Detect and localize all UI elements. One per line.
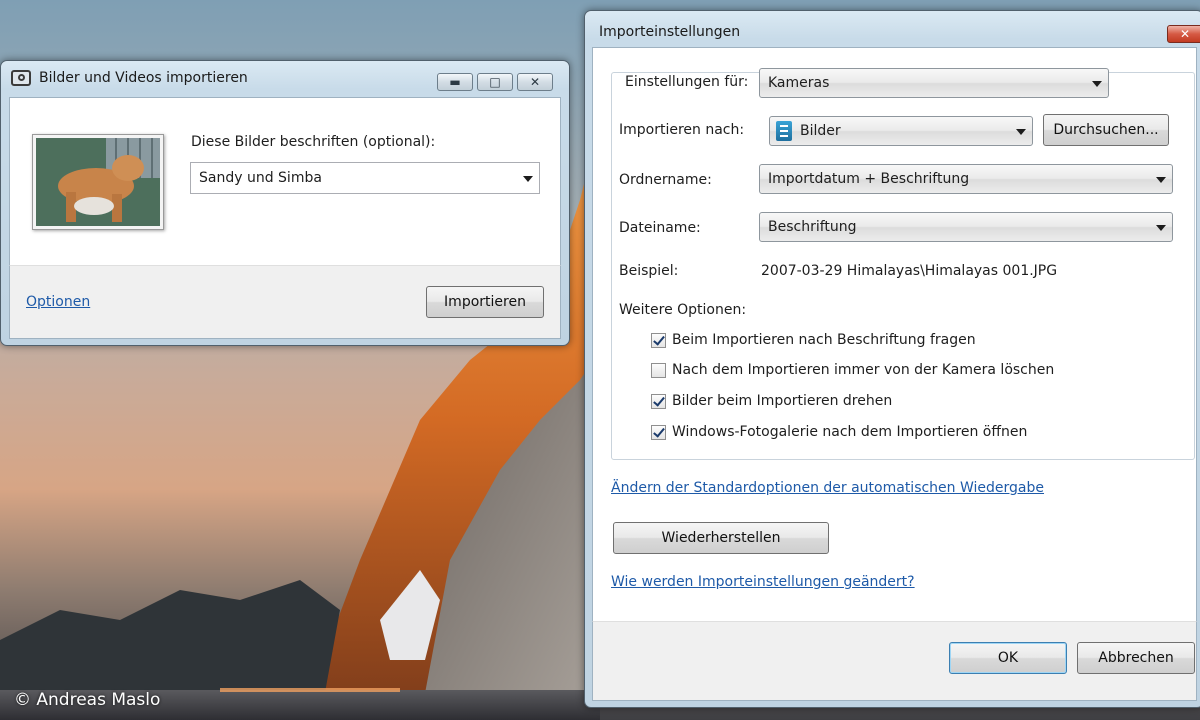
settings-window-content: Einstellungen für: Kameras Importieren n… <box>592 47 1197 621</box>
option-open-gallery[interactable]: Windows-Fotogalerie nach dem Importieren… <box>651 422 1027 442</box>
browse-button[interactable]: Durchsuchen... <box>1043 114 1169 146</box>
settings-for-value: Kameras <box>768 75 830 91</box>
folder-name-value: Importdatum + Beschriftung <box>768 171 970 187</box>
import-window-footer: Optionen Importieren <box>9 265 561 339</box>
option-delete-after-import-label: Nach dem Importieren immer von der Kamer… <box>672 362 1055 378</box>
caption-label: Diese Bilder beschriften (optional): <box>191 134 436 150</box>
cancel-button[interactable]: Abbrechen <box>1077 642 1195 674</box>
maximize-button[interactable]: □ <box>477 73 513 91</box>
minimize-icon: ▬ <box>449 75 461 89</box>
ok-button-label: OK <box>997 650 1019 666</box>
close-icon: ✕ <box>1179 27 1191 41</box>
checkbox-open-gallery[interactable] <box>651 424 666 440</box>
folder-name-label: Ordnername: <box>619 172 712 188</box>
option-rotate-pictures-label: Bilder beim Importieren drehen <box>672 393 893 409</box>
chevron-down-icon <box>1092 81 1102 87</box>
import-window-titlebar[interactable]: Bilder und Videos importieren ▬ □ ✕ <box>1 61 569 95</box>
autoplay-options-link[interactable]: Ändern der Standardoptionen der automati… <box>611 480 1044 496</box>
checkbox-delete-after-import[interactable] <box>651 362 666 378</box>
chevron-down-icon <box>1016 129 1026 135</box>
browse-button-label: Durchsuchen... <box>1053 122 1159 138</box>
settings-for-label: Einstellungen für: <box>623 74 751 90</box>
import-window: Bilder und Videos importieren ▬ □ ✕ Dies… <box>0 60 570 346</box>
close-button[interactable]: ✕ <box>517 73 553 91</box>
import-to-value: Bilder <box>800 123 841 139</box>
ok-button[interactable]: OK <box>949 642 1067 674</box>
checkbox-ask-caption[interactable] <box>651 332 666 348</box>
caption-combobox[interactable]: Sandy und Simba <box>190 162 540 194</box>
settings-for-dropdown[interactable]: Kameras <box>759 68 1109 98</box>
chevron-down-icon <box>1156 177 1166 183</box>
restore-button-label: Wiederherstellen <box>661 530 781 546</box>
pictures-folder-icon <box>776 121 792 141</box>
help-link[interactable]: Wie werden Importeinstellungen geändert? <box>611 574 915 590</box>
import-to-label: Importieren nach: <box>619 122 745 138</box>
option-delete-after-import[interactable]: Nach dem Importieren immer von der Kamer… <box>651 360 1054 380</box>
settings-close-button[interactable]: ✕ <box>1167 25 1200 43</box>
import-button[interactable]: Importieren <box>426 286 544 318</box>
chevron-down-icon <box>523 176 533 182</box>
more-options-label: Weitere Optionen: <box>619 302 747 318</box>
camera-icon <box>11 70 31 86</box>
import-window-title: Bilder und Videos importieren <box>39 70 248 86</box>
cancel-button-label: Abbrechen <box>1098 650 1174 666</box>
settings-window-footer: OK Abbrechen <box>592 621 1197 701</box>
options-link[interactable]: Optionen <box>26 294 90 310</box>
settings-window-title: Importeinstellungen <box>599 24 741 40</box>
option-ask-caption[interactable]: Beim Importieren nach Beschriftung frage… <box>651 330 976 350</box>
copyright-notice: © Andreas Maslo <box>14 690 161 710</box>
example-label: Beispiel: <box>619 263 679 279</box>
option-open-gallery-label: Windows-Fotogalerie nach dem Importieren… <box>672 424 1028 440</box>
checkbox-rotate-pictures[interactable] <box>651 393 666 409</box>
chevron-down-icon <box>1156 225 1166 231</box>
caption-value: Sandy und Simba <box>199 170 322 186</box>
restore-button[interactable]: Wiederherstellen <box>613 522 829 554</box>
file-name-value: Beschriftung <box>768 219 857 235</box>
dog-photo <box>36 138 160 226</box>
example-value: 2007-03-29 Himalayas\Himalayas 001.JPG <box>761 263 1058 279</box>
file-name-label: Dateiname: <box>619 220 701 236</box>
import-window-content: Diese Bilder beschriften (optional): San… <box>9 97 561 265</box>
folder-name-dropdown[interactable]: Importdatum + Beschriftung <box>759 164 1173 194</box>
import-button-label: Importieren <box>444 294 526 310</box>
file-name-dropdown[interactable]: Beschriftung <box>759 212 1173 242</box>
settings-window-titlebar[interactable]: Importeinstellungen ✕ <box>585 11 1200 45</box>
maximize-icon: □ <box>489 75 501 89</box>
import-to-dropdown[interactable]: Bilder <box>769 116 1033 146</box>
close-icon: ✕ <box>529 75 541 89</box>
settings-window: Importeinstellungen ✕ Einstellungen für:… <box>584 10 1200 708</box>
minimize-button[interactable]: ▬ <box>437 73 473 91</box>
option-rotate-pictures[interactable]: Bilder beim Importieren drehen <box>651 391 892 411</box>
photo-thumbnail <box>32 134 164 230</box>
option-ask-caption-label: Beim Importieren nach Beschriftung frage… <box>672 332 976 348</box>
